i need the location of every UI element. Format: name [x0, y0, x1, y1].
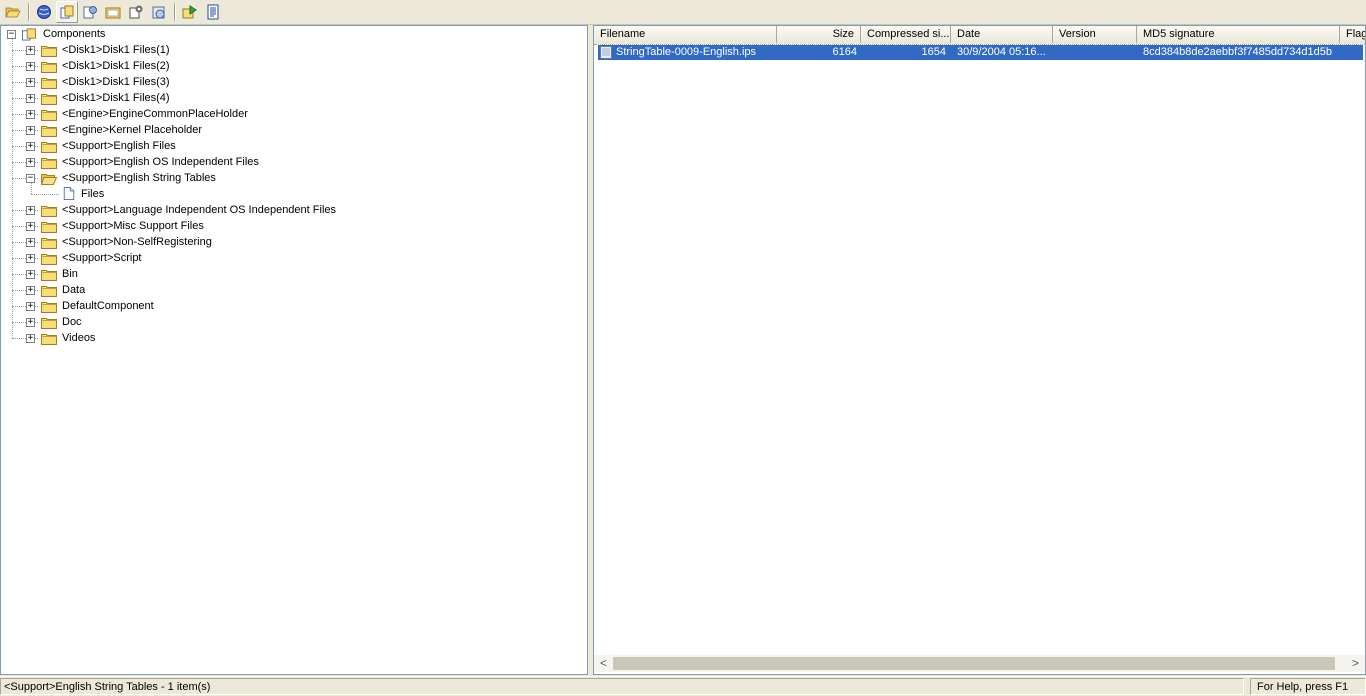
file-icon [63, 187, 75, 200]
tree-item-label[interactable]: Videos [60, 331, 97, 345]
horizontal-scrollbar[interactable]: < > [594, 655, 1365, 672]
folder-icon [41, 158, 57, 169]
tree-item-label[interactable]: <Disk1>Disk1 Files(4) [60, 91, 172, 105]
expand-toggle[interactable]: + [26, 222, 35, 231]
cell-size: 6164 [832, 46, 857, 58]
extract-icon[interactable] [179, 1, 201, 23]
list-item[interactable]: StringTable-0009-English.ips 6164 1654 3… [597, 44, 1364, 61]
expand-toggle[interactable]: + [26, 318, 35, 327]
expand-toggle[interactable]: + [26, 126, 35, 135]
cell-version [1059, 45, 1137, 60]
file-icon [600, 46, 612, 59]
folder-icon [41, 46, 57, 57]
setup-types-icon[interactable] [79, 1, 101, 23]
tree-guide-line [31, 183, 32, 194]
tree-item-label[interactable]: Doc [60, 315, 84, 329]
tree-item-label[interactable]: <Support>English Files [60, 139, 178, 153]
expand-toggle[interactable]: + [26, 46, 35, 55]
column-version[interactable]: Version [1053, 26, 1137, 43]
tree-item-label[interactable]: <Support>Language Independent OS Indepen… [60, 203, 338, 217]
folder-icon [41, 254, 57, 265]
open-folder-icon [41, 174, 57, 185]
collapse-toggle[interactable]: − [26, 174, 35, 183]
tree-guide-line [31, 194, 59, 195]
list-header: Filename Size Compressed si... Date Vers… [594, 26, 1365, 45]
toolbar-separator [28, 3, 30, 21]
folder-icon [41, 94, 57, 105]
tree-item-label[interactable]: <Disk1>Disk1 Files(3) [60, 75, 172, 89]
expand-toggle[interactable]: + [26, 142, 35, 151]
column-date[interactable]: Date [951, 26, 1053, 43]
expand-toggle[interactable]: + [26, 78, 35, 87]
column-compressed-size[interactable]: Compressed si... [861, 26, 951, 43]
expand-toggle[interactable]: + [26, 254, 35, 263]
collapse-root-toggle[interactable]: − [7, 30, 16, 39]
scroll-left-button[interactable]: < [595, 655, 612, 672]
properties-icon[interactable] [125, 1, 147, 23]
expand-toggle[interactable]: + [26, 206, 35, 215]
media-icon[interactable] [148, 1, 170, 23]
status-bar: <Support>English String Tables - 1 item(… [0, 676, 1366, 696]
components-icon[interactable] [56, 1, 78, 23]
folder-icon [41, 302, 57, 313]
file-list: Filename Size Compressed si... Date Vers… [593, 25, 1366, 675]
cell-md5: 8cd384b8de2aebbf3f7485dd734d1d5b [1143, 46, 1333, 58]
scroll-right-button[interactable]: > [1347, 655, 1364, 672]
folder-icon [41, 126, 57, 137]
expand-toggle[interactable]: + [26, 286, 35, 295]
expand-toggle[interactable]: + [26, 62, 35, 71]
folder-icon [41, 334, 57, 345]
component-tree[interactable]: − Components + <Disk1>Disk1 Files(1) + <Dis… [0, 25, 588, 675]
tree-item-label[interactable]: DefaultComponent [60, 299, 156, 313]
tree-item-label[interactable]: <Support>Non-SelfRegistering [60, 235, 214, 249]
tree-item-label[interactable]: Bin [60, 267, 80, 281]
tree-root-label[interactable]: Components [41, 27, 107, 41]
tree-guide-line [12, 39, 13, 338]
expand-toggle[interactable]: + [26, 302, 35, 311]
tree-child-files-label[interactable]: Files [79, 187, 106, 201]
cell-date: 30/9/2004 05:16... [957, 46, 1046, 58]
tree-item-label[interactable]: <Support>Script [60, 251, 144, 265]
tree-item-label[interactable]: Data [60, 283, 87, 297]
folder-icon [41, 270, 57, 281]
tree-item-label[interactable]: <Engine>Kernel Placeholder [60, 123, 204, 137]
cell-filename: StringTable-0009-English.ips [616, 46, 757, 58]
scrollbar-thumb[interactable] [613, 657, 1335, 670]
status-help: For Help, press F1 [1250, 678, 1366, 695]
folder-icon [41, 78, 57, 89]
folder-icon [41, 142, 57, 153]
column-size[interactable]: Size [777, 26, 861, 43]
tree-item-label[interactable]: <Disk1>Disk1 Files(2) [60, 59, 172, 73]
tree-item-label[interactable]: <Engine>EngineCommonPlaceHolder [60, 107, 250, 121]
column-flag[interactable]: Flag [1340, 26, 1365, 43]
expand-toggle[interactable]: + [26, 94, 35, 103]
file-groups-icon[interactable] [102, 1, 124, 23]
cell-compressed-size: 1654 [921, 46, 946, 58]
tree-item-label[interactable]: <Disk1>Disk1 Files(1) [60, 43, 172, 57]
toolbar [0, 0, 1366, 25]
expand-toggle[interactable]: + [26, 158, 35, 167]
expand-toggle[interactable]: + [26, 110, 35, 119]
globe-icon[interactable] [33, 1, 55, 23]
folder-icon [41, 206, 57, 217]
components-root-icon [22, 28, 36, 41]
folder-icon [41, 286, 57, 297]
tree-item-label[interactable]: <Support>Misc Support Files [60, 219, 206, 233]
column-filename[interactable]: Filename [594, 26, 777, 43]
column-md5[interactable]: MD5 signature [1137, 26, 1340, 43]
expand-toggle[interactable]: + [26, 334, 35, 343]
report-icon[interactable] [202, 1, 224, 23]
status-text: <Support>English String Tables - 1 item(… [0, 678, 1244, 695]
open-folder-icon[interactable] [2, 1, 24, 23]
tree-item-label[interactable]: <Support>English String Tables [60, 171, 218, 185]
tree-item-label[interactable]: <Support>English OS Independent Files [60, 155, 261, 169]
toolbar-separator [174, 3, 176, 21]
folder-icon [41, 318, 57, 329]
expand-toggle[interactable]: + [26, 270, 35, 279]
folder-icon [41, 62, 57, 73]
folder-icon [41, 238, 57, 249]
expand-toggle[interactable]: + [26, 238, 35, 247]
folder-icon [41, 110, 57, 121]
folder-icon [41, 222, 57, 233]
